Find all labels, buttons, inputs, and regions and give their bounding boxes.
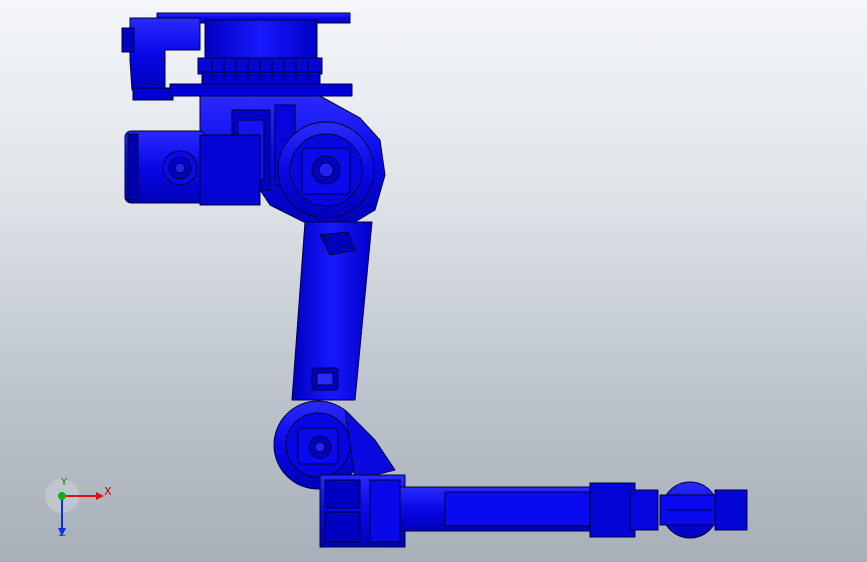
x-axis-label: X: [104, 485, 112, 498]
z-axis-label: Z: [59, 528, 66, 539]
coordinate-triad: X Y Z: [40, 477, 120, 548]
robot-arm-model[interactable]: [0, 0, 867, 562]
motor-cylinder: [124, 130, 261, 206]
shoulder-joint: [277, 121, 375, 219]
cad-viewport[interactable]: X Y Z: [0, 0, 867, 562]
forearm-motor-block: [319, 474, 406, 548]
x-axis-arrow: [96, 492, 104, 500]
y-axis-label: Y: [61, 477, 68, 488]
forearm-tube: [399, 482, 659, 538]
upper-arm: [291, 221, 373, 401]
wrist-assembly: [659, 481, 748, 539]
y-axis-dot: [58, 492, 66, 500]
